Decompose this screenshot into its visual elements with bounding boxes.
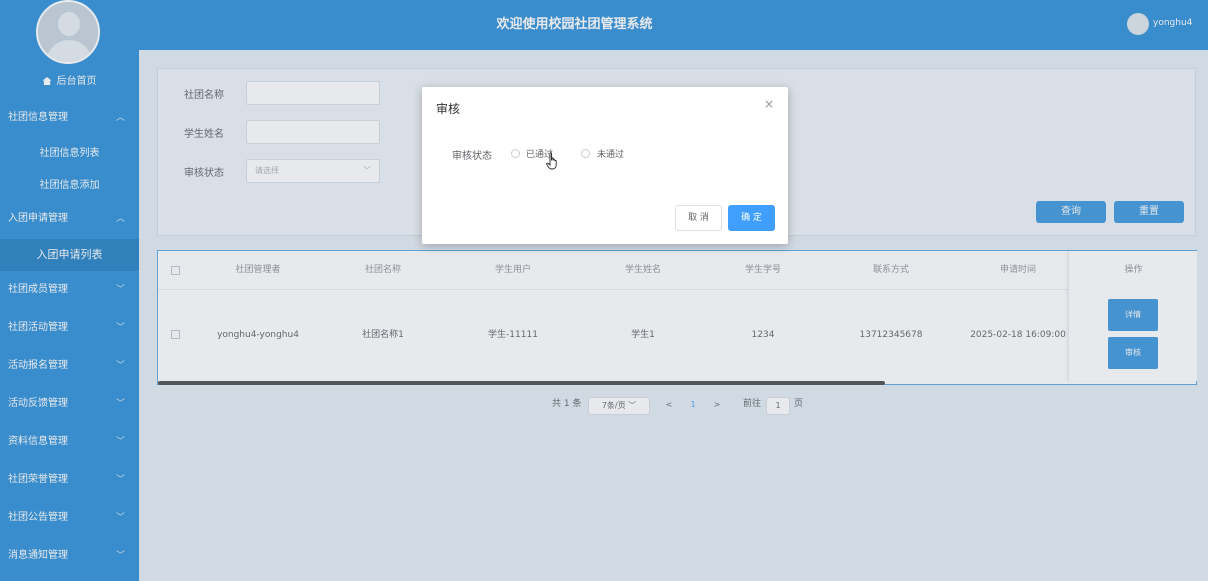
audit-dialog: 审核 × 审核状态 已通过 未通过 取 消 确 定 bbox=[422, 87, 788, 244]
radio-rejected-label[interactable]: 未通过 bbox=[597, 147, 624, 160]
dialog-title: 审核 bbox=[436, 102, 461, 116]
radio-approved[interactable] bbox=[511, 149, 520, 158]
cancel-button[interactable]: 取 消 bbox=[675, 205, 722, 231]
audit-status-label: 审核状态 bbox=[452, 151, 492, 162]
confirm-button[interactable]: 确 定 bbox=[728, 205, 775, 231]
radio-rejected[interactable] bbox=[581, 149, 590, 158]
hand-pointer-icon bbox=[546, 152, 557, 170]
close-icon[interactable]: × bbox=[764, 97, 774, 111]
